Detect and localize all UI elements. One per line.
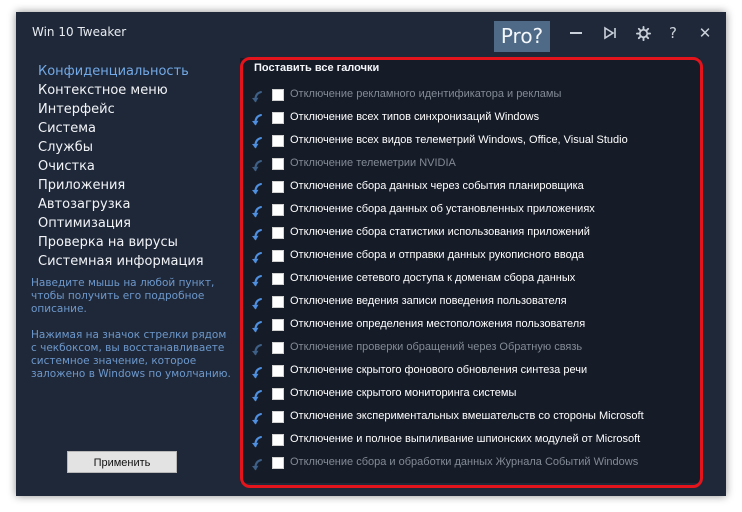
app-window: Win 10 Tweaker Pro? ? ✕ Конфиденциальнос… xyxy=(16,12,726,496)
option-label: Отключение сбора и обработки данных Журн… xyxy=(290,456,639,468)
option-row[interactable]: Отключение ведения записи поведения поль… xyxy=(250,294,690,312)
option-checkbox[interactable] xyxy=(272,250,284,262)
option-checkbox[interactable] xyxy=(272,204,284,216)
sidebar-item-autostart[interactable]: Автозагрузка xyxy=(38,197,130,212)
sidebar-item-optimization[interactable]: Оптимизация xyxy=(38,216,131,231)
option-row[interactable]: Отключение всех видов телеметрий Windows… xyxy=(250,133,690,151)
option-row[interactable]: Отключение всех типов синхронизаций Wind… xyxy=(250,110,690,128)
option-label: Отключение и полное выпиливание шпионски… xyxy=(290,433,641,445)
option-checkbox[interactable] xyxy=(272,342,284,354)
sidebar-item-interface[interactable]: Интерфейс xyxy=(38,102,115,117)
option-label: Отключение сбора статистики использовани… xyxy=(290,226,590,238)
option-label: Отключение сбора данных через события пл… xyxy=(290,180,584,192)
restore-default-arrow-icon[interactable] xyxy=(250,113,264,127)
restore-default-arrow-icon[interactable] xyxy=(250,251,264,265)
option-checkbox[interactable] xyxy=(272,158,284,170)
option-label: Отключение сбора и отправки данных рукоп… xyxy=(290,249,584,261)
select-all-link[interactable]: Поставить все галочки xyxy=(254,62,379,74)
pro-button[interactable]: Pro? xyxy=(494,21,550,52)
option-row[interactable]: Отключение сбора и обработки данных Журн… xyxy=(250,455,690,473)
sidebar: Конфиденциальность Контекстное меню Инте… xyxy=(16,52,238,496)
option-checkbox[interactable] xyxy=(272,319,284,331)
option-row[interactable]: Отключение скрытого мониторинга системы xyxy=(250,386,690,404)
play-button[interactable] xyxy=(599,22,621,44)
sidebar-item-virus-check[interactable]: Проверка на вирусы xyxy=(38,235,178,250)
restore-default-arrow-icon[interactable] xyxy=(250,159,264,173)
option-label: Отключение сбора данных об установленных… xyxy=(290,203,595,215)
option-label: Отключение экспериментальных вмешательст… xyxy=(290,410,644,422)
restore-default-arrow-icon[interactable] xyxy=(250,182,264,196)
restore-default-arrow-icon[interactable] xyxy=(250,90,264,104)
sidebar-item-privacy[interactable]: Конфиденциальность xyxy=(38,64,189,79)
sidebar-item-apps[interactable]: Приложения xyxy=(38,178,125,193)
close-icon: ✕ xyxy=(698,24,712,42)
help-button[interactable]: ? xyxy=(662,22,684,44)
option-checkbox[interactable] xyxy=(272,273,284,285)
restore-default-arrow-icon[interactable] xyxy=(250,228,264,242)
settings-button[interactable] xyxy=(632,22,654,44)
restore-default-arrow-icon[interactable] xyxy=(250,343,264,357)
help-icon: ? xyxy=(669,24,677,42)
option-label: Отключение всех видов телеметрий Windows… xyxy=(290,134,628,146)
option-label: Отключение определения местоположения по… xyxy=(290,318,586,330)
sidebar-item-system-info[interactable]: Системная информация xyxy=(38,254,204,269)
option-checkbox[interactable] xyxy=(272,411,284,423)
app-title: Win 10 Tweaker xyxy=(32,25,127,39)
option-checkbox[interactable] xyxy=(272,457,284,469)
option-checkbox[interactable] xyxy=(272,112,284,124)
sidebar-item-cleanup[interactable]: Очистка xyxy=(38,159,95,174)
option-label: Отключение ведения записи поведения поль… xyxy=(290,295,567,307)
option-row[interactable]: Отключение экспериментальных вмешательст… xyxy=(250,409,690,427)
restore-default-arrow-icon[interactable] xyxy=(250,366,264,380)
apply-button[interactable]: Применить xyxy=(67,451,177,473)
option-label: Отключение скрытого мониторинга системы xyxy=(290,387,517,399)
option-row[interactable]: Отключение проверки обращений через Обра… xyxy=(250,340,690,358)
option-checkbox[interactable] xyxy=(272,135,284,147)
option-checkbox[interactable] xyxy=(272,365,284,377)
restore-default-arrow-icon[interactable] xyxy=(250,320,264,334)
close-button[interactable]: ✕ xyxy=(694,22,716,44)
restore-default-arrow-icon[interactable] xyxy=(250,205,264,219)
minimize-icon xyxy=(570,32,582,34)
hint-hover-description: Наведите мышь на любой пункт, чтобы полу… xyxy=(31,277,215,315)
restore-default-arrow-icon[interactable] xyxy=(250,389,264,403)
option-checkbox[interactable] xyxy=(272,181,284,193)
option-checkbox[interactable] xyxy=(272,296,284,308)
restore-default-arrow-icon[interactable] xyxy=(250,136,264,150)
option-label: Отключение телеметрии NVIDIA xyxy=(290,157,456,169)
hint-restore-default: Нажимая на значок стрелки рядом с чекбок… xyxy=(31,329,231,380)
restore-default-arrow-icon[interactable] xyxy=(250,274,264,288)
option-checkbox[interactable] xyxy=(272,89,284,101)
option-row[interactable]: Отключение скрытого фонового обновления … xyxy=(250,363,690,381)
play-icon xyxy=(604,26,616,40)
restore-default-arrow-icon[interactable] xyxy=(250,435,264,449)
minimize-button[interactable] xyxy=(565,22,587,44)
restore-default-arrow-icon[interactable] xyxy=(250,412,264,426)
option-row[interactable]: Отключение сбора данных через события пл… xyxy=(250,179,690,197)
option-label: Отключение рекламного идентификатора и р… xyxy=(290,88,562,100)
option-label: Отключение всех типов синхронизаций Wind… xyxy=(290,111,540,123)
option-row[interactable]: Отключение сбора и отправки данных рукоп… xyxy=(250,248,690,266)
option-checkbox[interactable] xyxy=(272,434,284,446)
option-label: Отключение скрытого фонового обновления … xyxy=(290,364,588,376)
gear-icon xyxy=(635,25,651,41)
restore-default-arrow-icon[interactable] xyxy=(250,297,264,311)
restore-default-arrow-icon[interactable] xyxy=(250,458,264,472)
option-row[interactable]: Отключение и полное выпиливание шпионски… xyxy=(250,432,690,450)
sidebar-item-system[interactable]: Система xyxy=(38,121,96,136)
option-row[interactable]: Отключение сетевого доступа к доменам сб… xyxy=(250,271,690,289)
option-row[interactable]: Отключение сбора данных об установленных… xyxy=(250,202,690,220)
sidebar-item-services[interactable]: Службы xyxy=(38,140,93,155)
option-checkbox[interactable] xyxy=(272,388,284,400)
sidebar-item-context-menu[interactable]: Контекстное меню xyxy=(38,83,168,98)
option-label: Отключение сетевого доступа к доменам сб… xyxy=(290,272,576,284)
option-row[interactable]: Отключение определения местоположения по… xyxy=(250,317,690,335)
option-row[interactable]: Отключение телеметрии NVIDIA xyxy=(250,156,690,174)
title-bar[interactable]: Win 10 Tweaker Pro? ? ✕ xyxy=(16,12,726,52)
option-checkbox[interactable] xyxy=(272,227,284,239)
option-row[interactable]: Отключение рекламного идентификатора и р… xyxy=(250,87,690,105)
option-row[interactable]: Отключение сбора статистики использовани… xyxy=(250,225,690,243)
option-label: Отключение проверки обращений через Обра… xyxy=(290,341,583,353)
